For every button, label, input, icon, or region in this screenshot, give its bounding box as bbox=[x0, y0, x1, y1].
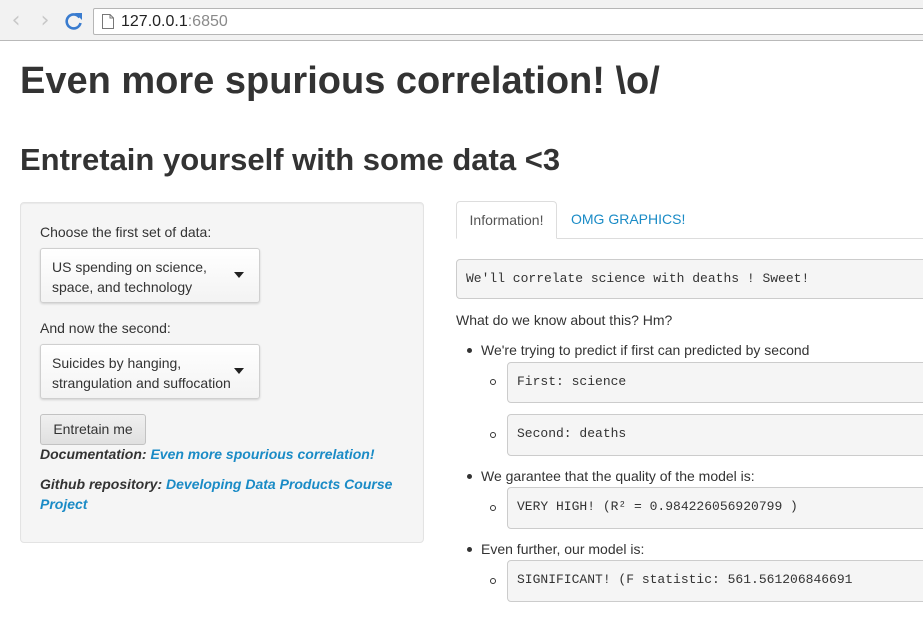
tab-information[interactable]: Information! bbox=[456, 201, 557, 239]
entretain-button[interactable]: Entretain me bbox=[40, 414, 146, 445]
question-text: What do we know about this? Hm? bbox=[456, 312, 673, 328]
page-title: Even more spurious correlation! \o/ bbox=[20, 60, 660, 102]
second-dataset-select[interactable]: Suicides by hanging, strangulation and s… bbox=[40, 344, 260, 399]
github-line: Github repository: Developing Data Produ… bbox=[40, 474, 410, 494]
tab-bar: Information! OMG GRAPHICS! bbox=[456, 201, 923, 239]
documentation-link[interactable]: Even more spourious correlation! bbox=[150, 446, 374, 462]
circle-marker bbox=[490, 578, 496, 584]
page-subtitle: Entretain yourself with some data <3 bbox=[20, 142, 561, 177]
url-port: :6850 bbox=[187, 13, 228, 30]
second-code-block: Second: deaths bbox=[507, 414, 923, 456]
address-bar[interactable]: 127.0.0.1:6850 bbox=[93, 8, 923, 35]
caret-down-icon bbox=[234, 272, 244, 278]
first-select-line2: space, and technology bbox=[52, 279, 193, 295]
intro-code-block: We'll correlate science with deaths ! Sw… bbox=[456, 259, 923, 299]
bullet-further-text: Even further, our model is: bbox=[481, 541, 645, 557]
circle-marker bbox=[490, 379, 496, 385]
back-arrow-icon[interactable]: ‹ bbox=[6, 10, 26, 32]
first-dataset-select[interactable]: US spending on science, space, and techn… bbox=[40, 248, 260, 303]
page-content: Even more spurious correlation! \o/ Entr… bbox=[0, 41, 923, 629]
circle-marker bbox=[490, 432, 496, 438]
url-host: 127.0.0.1 bbox=[121, 13, 188, 30]
bullet-quality-text: We garantee that the quality of the mode… bbox=[481, 468, 755, 484]
second-select-line2: strangulation and suffocation bbox=[52, 375, 231, 391]
documentation-line: Documentation: Even more spourious corre… bbox=[40, 444, 410, 464]
bullet-marker bbox=[467, 547, 472, 552]
github-link-continued[interactable]: Project bbox=[40, 496, 87, 512]
sidebar-panel: Choose the first set of data: US spendin… bbox=[20, 202, 424, 543]
bullet-predict-text: We're trying to predict if first can pre… bbox=[481, 342, 810, 358]
browser-toolbar: ‹ › 127.0.0.1:6850 bbox=[0, 0, 923, 41]
forward-arrow-icon[interactable]: › bbox=[35, 10, 55, 32]
url-text: 127.0.0.1:6850 bbox=[121, 12, 228, 32]
significance-code-block: SIGNIFICANT! (F statistic: 561.561206846… bbox=[507, 560, 923, 602]
reload-icon[interactable] bbox=[64, 11, 84, 31]
second-dataset-label: And now the second: bbox=[40, 320, 171, 336]
first-select-line1: US spending on science, bbox=[52, 259, 207, 275]
bullet-marker bbox=[467, 348, 472, 353]
github-link[interactable]: Developing Data Products Course bbox=[166, 476, 392, 492]
first-dataset-label: Choose the first set of data: bbox=[40, 224, 212, 240]
circle-marker bbox=[490, 505, 496, 511]
github-label: Github repository: bbox=[40, 476, 163, 492]
bullet-marker bbox=[467, 474, 472, 479]
quality-code-block: VERY HIGH! (R² = 0.984226056920799 ) bbox=[507, 487, 923, 529]
caret-down-icon bbox=[234, 368, 244, 374]
tab-omg-graphics[interactable]: OMG GRAPHICS! bbox=[559, 201, 697, 239]
github-line-2: Project bbox=[40, 494, 410, 514]
first-code-block: First: science bbox=[507, 362, 923, 403]
second-select-line1: Suicides by hanging, bbox=[52, 355, 182, 371]
page-icon bbox=[102, 14, 114, 29]
documentation-label: Documentation: bbox=[40, 446, 147, 462]
